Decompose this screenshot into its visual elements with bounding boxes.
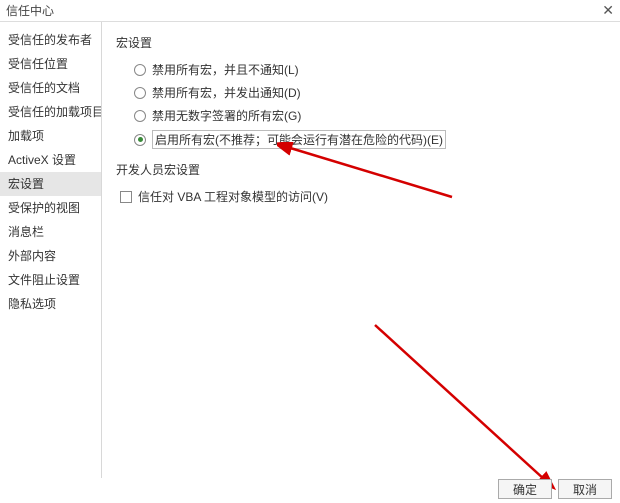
sidebar-item-file-block-settings[interactable]: 文件阻止设置 — [0, 268, 101, 292]
macro-radio-group: 禁用所有宏，并且不通知(L) 禁用所有宏，并发出通知(D) 禁用无数字签署的所有… — [116, 61, 606, 149]
checkbox-icon — [120, 191, 132, 203]
sidebar-item-trusted-addin-catalog[interactable]: 受信任的加载项目录 — [0, 100, 101, 124]
sidebar-item-label: 受信任的加载项目录 — [8, 105, 101, 119]
button-label: 取消 — [573, 481, 597, 498]
sidebar-item-label: 加载项 — [8, 129, 44, 143]
window-title: 信任中心 — [6, 2, 54, 19]
button-label: 确定 — [513, 481, 537, 498]
sidebar-item-label: 隐私选项 — [8, 297, 56, 311]
radio-disable-unsigned[interactable]: 禁用无数字签署的所有宏(G) — [134, 107, 606, 124]
sidebar-item-privacy-options[interactable]: 隐私选项 — [0, 292, 101, 316]
sidebar-item-activex-settings[interactable]: ActiveX 设置 — [0, 148, 101, 172]
dialog-footer: 确定 取消 — [498, 479, 612, 499]
cancel-button[interactable]: 取消 — [558, 479, 612, 499]
sidebar-item-label: 宏设置 — [8, 177, 44, 191]
sidebar-item-label: 受信任位置 — [8, 57, 68, 71]
developer-macro-heading: 开发人员宏设置 — [116, 161, 606, 178]
radio-icon — [134, 134, 146, 146]
radio-disable-all-notify[interactable]: 禁用所有宏，并发出通知(D) — [134, 84, 606, 101]
close-icon[interactable]: ✕ — [602, 2, 614, 19]
sidebar-item-label: 受信任的文档 — [8, 81, 80, 95]
ok-button[interactable]: 确定 — [498, 479, 552, 499]
checkbox-label: 信任对 VBA 工程对象模型的访问(V) — [138, 188, 328, 205]
radio-label: 启用所有宏(不推荐；可能会运行有潜在危险的代码)(E) — [152, 130, 446, 149]
radio-icon — [134, 110, 146, 122]
sidebar-item-label: 外部内容 — [8, 249, 56, 263]
sidebar-item-message-bar[interactable]: 消息栏 — [0, 220, 101, 244]
radio-icon — [134, 64, 146, 76]
sidebar-item-addins[interactable]: 加载项 — [0, 124, 101, 148]
sidebar-item-trusted-publishers[interactable]: 受信任的发布者 — [0, 28, 101, 52]
radio-disable-all-no-notify[interactable]: 禁用所有宏，并且不通知(L) — [134, 61, 606, 78]
sidebar-item-label: 受信任的发布者 — [8, 33, 92, 47]
radio-label: 禁用所有宏，并发出通知(D) — [152, 84, 301, 101]
radio-label: 禁用所有宏，并且不通知(L) — [152, 61, 299, 78]
main-panel: 宏设置 禁用所有宏，并且不通知(L) 禁用所有宏，并发出通知(D) 禁用无数字签… — [102, 22, 620, 478]
sidebar-item-label: ActiveX 设置 — [8, 153, 76, 167]
sidebar-item-protected-view[interactable]: 受保护的视图 — [0, 196, 101, 220]
sidebar-item-label: 消息栏 — [8, 225, 44, 239]
sidebar: 受信任的发布者 受信任位置 受信任的文档 受信任的加载项目录 加载项 Activ… — [0, 22, 102, 478]
dialog-body: 受信任的发布者 受信任位置 受信任的文档 受信任的加载项目录 加载项 Activ… — [0, 22, 620, 478]
sidebar-item-trusted-documents[interactable]: 受信任的文档 — [0, 76, 101, 100]
radio-enable-all[interactable]: 启用所有宏(不推荐；可能会运行有潜在危险的代码)(E) — [134, 130, 606, 149]
sidebar-item-trusted-locations[interactable]: 受信任位置 — [0, 52, 101, 76]
sidebar-item-label: 文件阻止设置 — [8, 273, 80, 287]
titlebar: 信任中心 ✕ — [0, 0, 620, 22]
radio-label: 禁用无数字签署的所有宏(G) — [152, 107, 301, 124]
sidebar-item-label: 受保护的视图 — [8, 201, 80, 215]
sidebar-item-external-content[interactable]: 外部内容 — [0, 244, 101, 268]
macro-settings-heading: 宏设置 — [116, 34, 606, 51]
sidebar-item-macro-settings[interactable]: 宏设置 — [0, 172, 101, 196]
radio-icon — [134, 87, 146, 99]
checkbox-trust-vba[interactable]: 信任对 VBA 工程对象模型的访问(V) — [116, 188, 606, 205]
